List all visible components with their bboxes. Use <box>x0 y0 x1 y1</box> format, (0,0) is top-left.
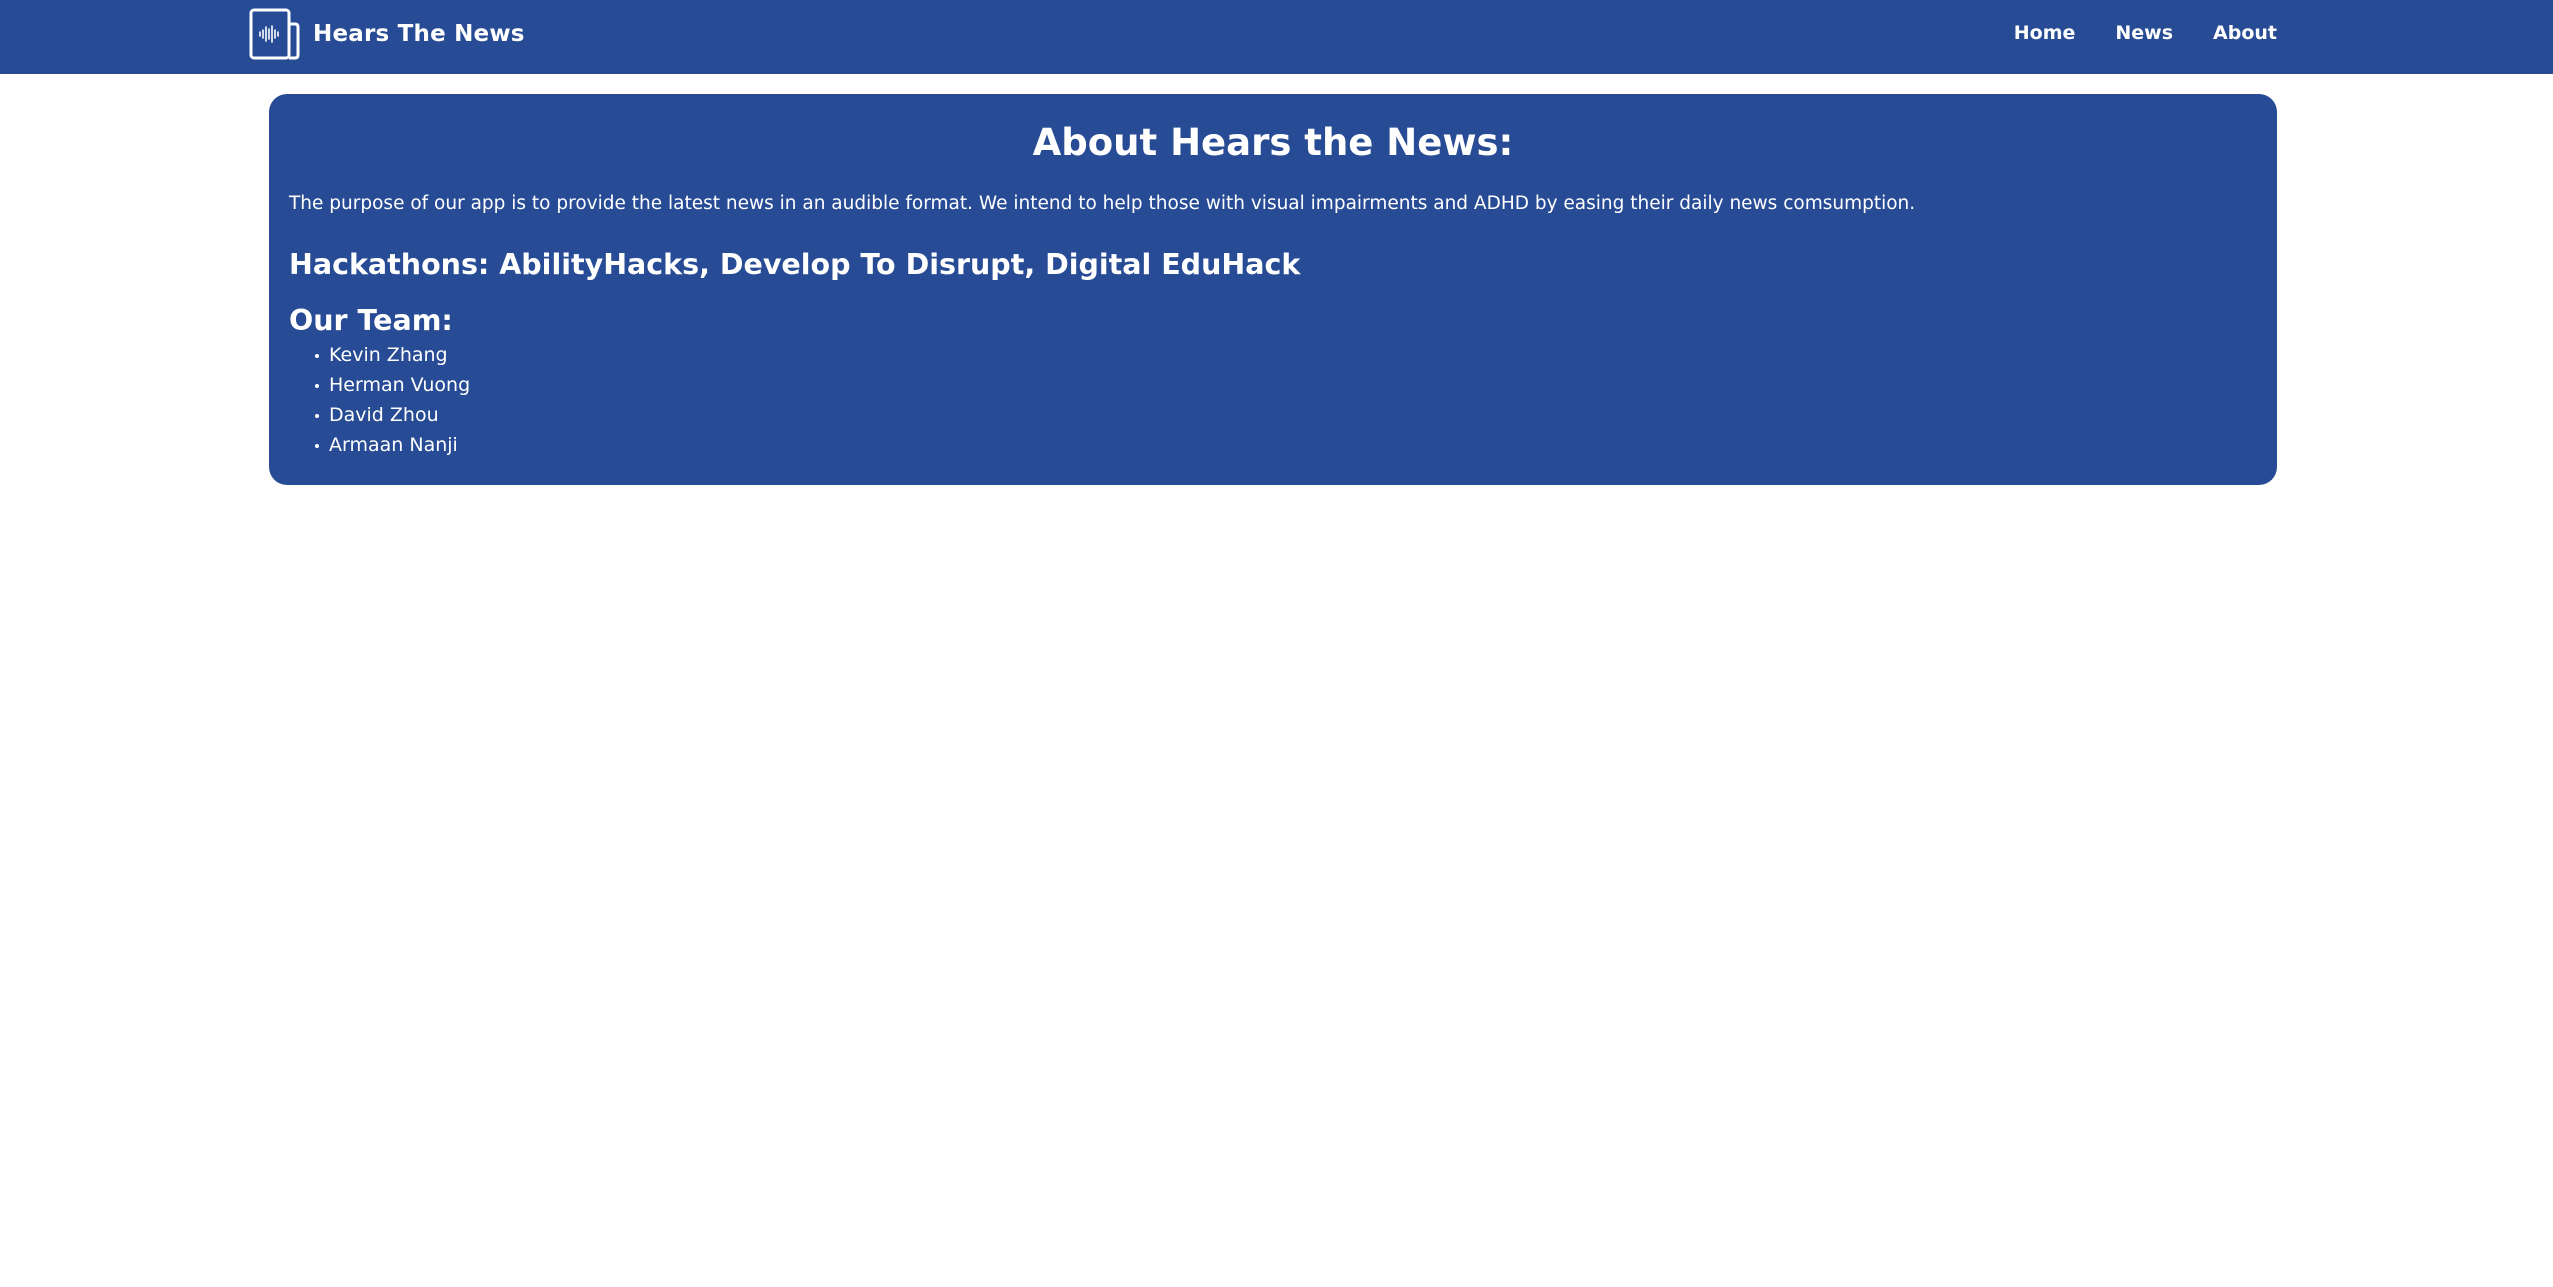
team-list: Kevin Zhang Herman Vuong David Zhou Arma… <box>289 340 470 460</box>
top-navbar: Hears The News Home News About <box>0 0 2553 74</box>
nav-link-about[interactable]: About <box>2213 22 2277 44</box>
team-member: Armaan Nanji <box>314 430 470 460</box>
nav-links: Home News About <box>2014 18 2277 48</box>
nav-link-news[interactable]: News <box>2115 22 2173 44</box>
page-title: About Hears the News: <box>1032 121 1514 164</box>
brand-name: Hears The News <box>313 21 525 47</box>
team-member: Kevin Zhang <box>314 340 470 370</box>
team-heading: Our Team: <box>289 304 453 337</box>
hackathons-heading: Hackathons: AbilityHacks, Develop To Dis… <box>289 248 1301 281</box>
brand-home-link[interactable]: Hears The News <box>249 8 525 60</box>
nav-link-home[interactable]: Home <box>2014 22 2076 44</box>
newspaper-sound-wave-icon <box>249 8 300 60</box>
team-member: David Zhou <box>314 400 470 430</box>
purpose-text: The purpose of our app is to provide the… <box>289 193 1916 214</box>
about-card: About Hears the News: The purpose of our… <box>269 94 2277 485</box>
team-member: Herman Vuong <box>314 370 470 400</box>
